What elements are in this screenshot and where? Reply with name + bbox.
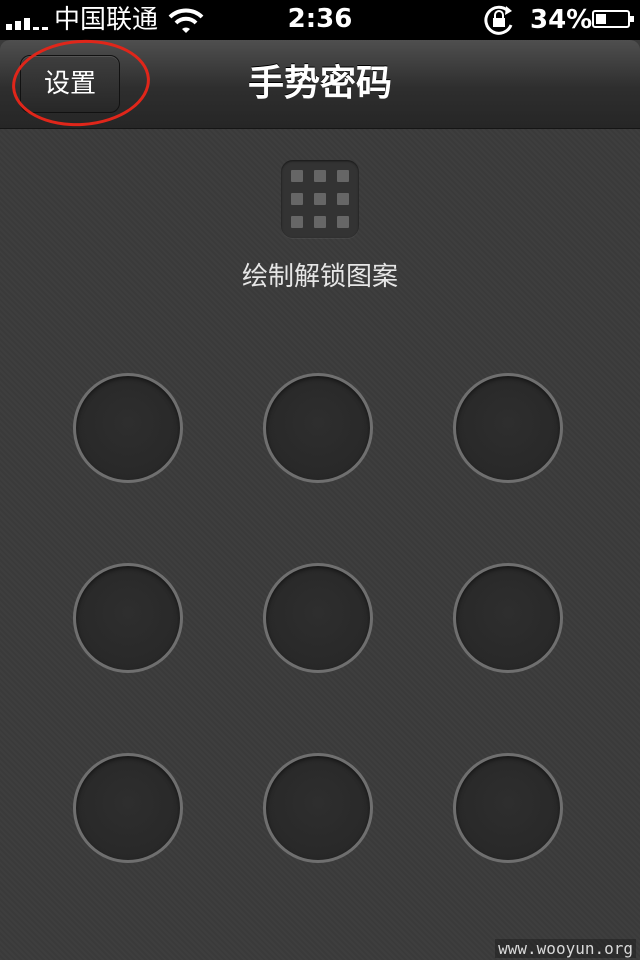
pattern-dot-7[interactable] [73,753,183,863]
rotation-lock-icon [484,5,513,35]
pattern-dot-1[interactable] [73,373,183,483]
pattern-dot-3[interactable] [453,373,563,483]
pattern-dot-9[interactable] [453,753,563,863]
draw-pattern-prompt: 绘制解锁图案 [241,262,398,292]
pattern-dot-4[interactable] [73,563,183,673]
watermark: www.wooyun.org [495,939,636,958]
pattern-dot-8[interactable] [263,753,373,863]
gesture-lock-panel: 绘制解锁图案 www.wooyun.org [0,129,640,960]
battery-icon [592,10,634,28]
pattern-dot-2[interactable] [263,373,373,483]
status-bar: 中国联通 2:36 34% [0,0,640,40]
pattern-dot-6[interactable] [453,563,563,673]
settings-back-button[interactable]: 设置 [20,55,120,113]
navigation-bar: 手势密码 设置 [0,35,640,131]
battery-percent: 34% [530,5,593,35]
pattern-dot-5[interactable] [263,563,373,673]
keypad-grid-icon [281,160,359,238]
